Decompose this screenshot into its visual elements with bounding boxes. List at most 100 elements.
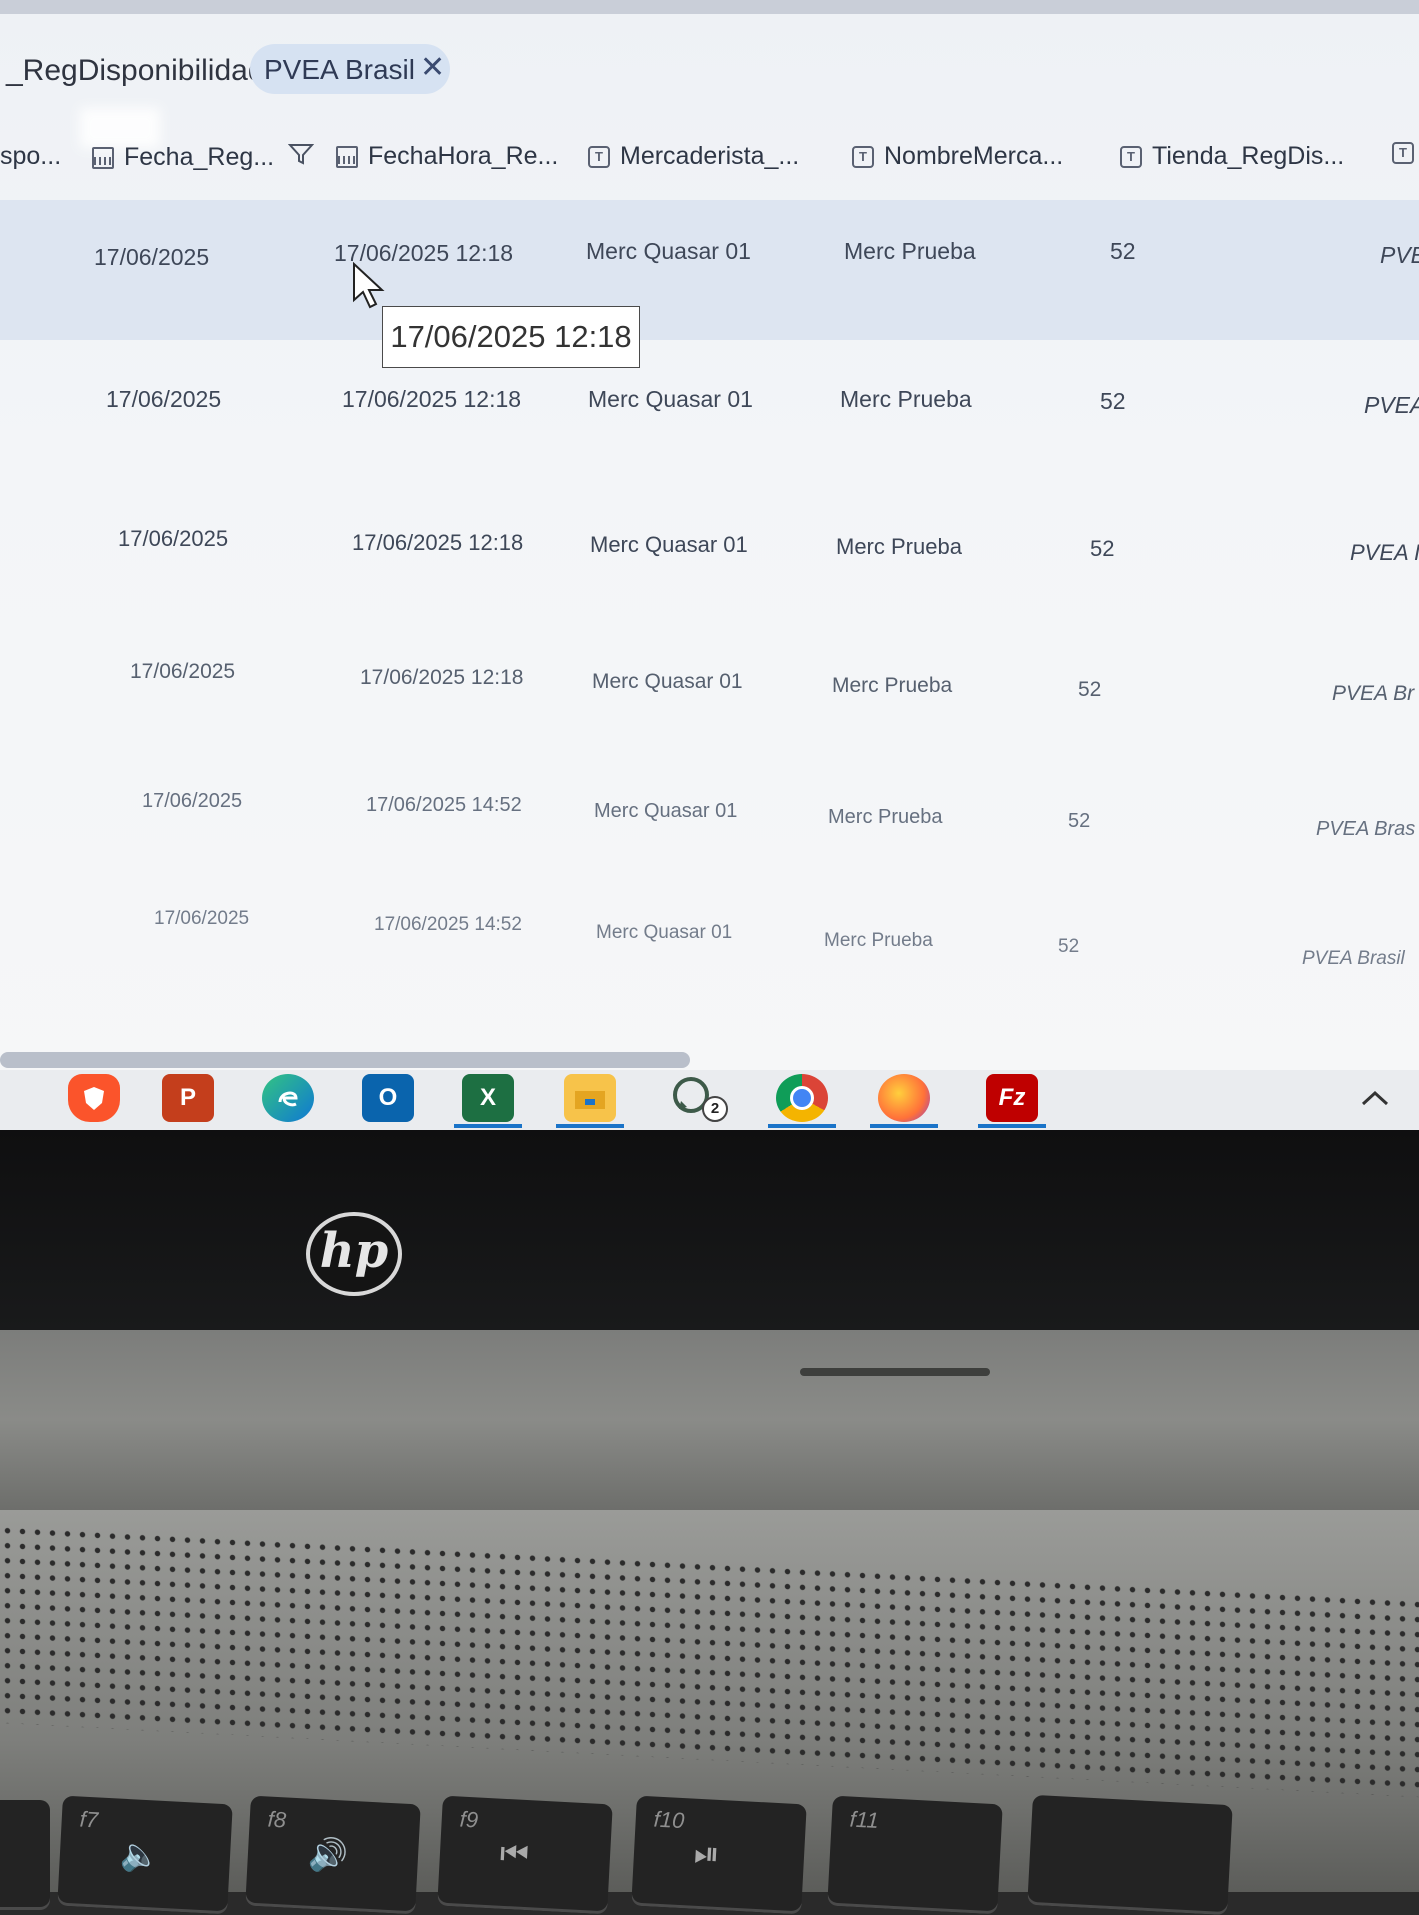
chevron-up-icon[interactable] — [1360, 1078, 1390, 1117]
cell-nombre: Merc Prueba — [832, 674, 953, 697]
cell-store-name: PVEA Bras — [1316, 818, 1416, 840]
key-f8[interactable]: f8 🔊 — [245, 1795, 421, 1915]
filter-label: _RegDisponibilidad: — [6, 54, 273, 87]
cell-fechahora: 17/06/2025 14:52 — [366, 794, 522, 816]
cell-nombre: Merc Prueba — [840, 386, 972, 412]
key-f10[interactable]: f10 ⏯ — [631, 1795, 807, 1915]
whatsapp-icon[interactable]: 2 — [668, 1074, 728, 1122]
mouse-pointer-icon — [352, 261, 386, 315]
column-header-label: FechaHora_Re... — [368, 142, 559, 170]
cell-tienda: 52 — [1068, 810, 1091, 832]
cell-nombre: Merc Prueba — [844, 238, 976, 264]
cell-fecha: 17/06/2025 — [118, 526, 229, 551]
key[interactable] — [1027, 1794, 1233, 1915]
cell-mercaderista: Merc Quasar 01 — [594, 800, 738, 822]
filter-bar: _RegDisponibilidad: PVEA Brasil ✕ — [0, 40, 1419, 100]
cell-store-name: PVEA — [1364, 392, 1419, 418]
file-explorer-icon[interactable] — [556, 1074, 624, 1128]
cell-fecha: 17/06/2025 — [154, 908, 250, 929]
close-icon[interactable]: ✕ — [420, 50, 445, 85]
cell-tienda: 52 — [1100, 388, 1126, 414]
column-header-label: Fecha_Reg... — [124, 143, 275, 171]
outlook-icon[interactable]: O — [362, 1074, 414, 1122]
screen: _RegDisponibilidad: PVEA Brasil ✕ spo...… — [0, 0, 1419, 1130]
top-strip — [0, 0, 1419, 14]
cell-mercaderista: Merc Quasar 01 — [588, 386, 753, 412]
text-type-icon: T — [1392, 142, 1414, 164]
active-indicator — [556, 1124, 624, 1128]
cell-fecha: 17/06/2025 — [106, 386, 222, 412]
text-type-icon: T — [588, 145, 610, 168]
key[interactable] — [0, 1800, 50, 1910]
key-f9[interactable]: f9 ⏮ — [437, 1795, 613, 1915]
column-header-disponibilidad[interactable]: spo... — [0, 142, 61, 171]
notification-badge: 2 — [702, 1096, 728, 1122]
key-f11[interactable]: f11 — [827, 1795, 1003, 1915]
filter-chip[interactable]: PVEA Brasil ✕ — [250, 44, 450, 94]
table-row[interactable]: 17/06/2025 17/06/2025 12:18 Merc Quasar … — [0, 636, 1419, 776]
cell-store-name: PVEA Brasil — [1302, 948, 1405, 969]
cell-nombre: Merc Prueba — [824, 930, 933, 951]
excel-icon[interactable]: X — [454, 1074, 522, 1128]
column-header-label: NombreMerca... — [884, 142, 1064, 170]
cell-nombre: Merc Prueba — [828, 806, 943, 828]
volume-up-icon: 🔊 — [307, 1835, 349, 1874]
edge-icon[interactable] — [262, 1074, 314, 1122]
laptop-hinge — [0, 1330, 1419, 1510]
active-indicator — [768, 1124, 836, 1128]
cell-mercaderista: Merc Quasar 01 — [596, 922, 733, 943]
key-label: f11 — [849, 1806, 880, 1834]
table-row[interactable]: 17/06/2025 17/06/2025 14:52 Merc Quasar … — [0, 900, 1419, 1040]
cell-tooltip: 17/06/2025 12:18 — [382, 306, 640, 368]
table-row[interactable]: 17/06/2025 17/06/2025 12:18 Merc Quasar … — [0, 496, 1419, 636]
cell-store-name: PVEA Br — [1332, 682, 1415, 705]
active-indicator — [870, 1124, 938, 1128]
cell-mercaderista: Merc Quasar 01 — [592, 670, 743, 693]
column-header-next[interactable]: T — [1392, 142, 1419, 164]
key-label: f7 — [79, 1806, 99, 1833]
cell-fecha: 17/06/2025 — [142, 790, 243, 812]
previous-track-icon: ⏮ — [499, 1834, 530, 1873]
cell-store-name: PVEA I — [1350, 540, 1419, 565]
table-row[interactable]: 17/06/2025 17/06/2025 12:18 Merc Quasar … — [0, 200, 1419, 340]
cell-fechahora: 17/06/2025 12:18 — [360, 666, 524, 689]
column-header-tienda[interactable]: T Tienda_RegDis... — [1120, 142, 1344, 171]
chrome-icon[interactable] — [768, 1074, 836, 1128]
cell-tienda: 52 — [1078, 678, 1102, 701]
active-indicator — [978, 1124, 1046, 1128]
cell-tienda: 52 — [1058, 936, 1080, 957]
key-label: f10 — [653, 1806, 685, 1834]
column-header-label: Mercaderista_... — [620, 142, 800, 170]
taskbar: P O X 2 Fz — [0, 1070, 1419, 1130]
firefox-icon[interactable] — [870, 1074, 938, 1128]
filezilla-icon[interactable]: Fz — [978, 1074, 1046, 1128]
calendar-icon — [92, 146, 114, 169]
cell-fecha: 17/06/2025 — [94, 244, 210, 270]
key-label: f9 — [459, 1806, 479, 1833]
calendar-icon — [336, 145, 358, 168]
table-row[interactable]: 17/06/2025 17/06/2025 14:52 Merc Quasar … — [0, 776, 1419, 916]
brave-icon[interactable] — [68, 1074, 120, 1122]
cell-fechahora: 17/06/2025 12:18 — [342, 386, 522, 412]
powerpoint-icon[interactable]: P — [162, 1074, 214, 1122]
cell-mercaderista: Merc Quasar 01 — [590, 532, 748, 557]
column-header-fechahora-reg[interactable]: FechaHora_Re... — [336, 142, 558, 171]
column-header-label: spo... — [0, 142, 62, 170]
text-type-icon: T — [1120, 145, 1142, 168]
column-header-row: spo... Fecha_Reg... FechaHora_Re... T Me… — [0, 130, 1419, 190]
cell-nombre: Merc Prueba — [836, 534, 962, 559]
column-header-mercaderista[interactable]: T Mercaderista_... — [588, 142, 799, 171]
horizontal-scrollbar[interactable] — [0, 1052, 690, 1068]
volume-down-icon: 🔈 — [119, 1835, 161, 1874]
play-pause-icon: ⏯ — [693, 1834, 721, 1873]
funnel-icon[interactable] — [287, 142, 315, 173]
hinge-slot — [800, 1368, 990, 1376]
column-header-nombremerca[interactable]: T NombreMerca... — [852, 142, 1063, 171]
cell-fechahora: 17/06/2025 14:52 — [374, 914, 522, 935]
key-label: f8 — [267, 1806, 287, 1833]
key-f7[interactable]: f7 🔈 — [57, 1795, 233, 1915]
table-row[interactable]: 17/06/2025 17/06/2025 12:18 Merc Quasar … — [0, 356, 1419, 496]
column-header-fecha-reg[interactable]: Fecha_Reg... — [92, 142, 315, 173]
screen-bezel — [0, 1130, 1419, 1330]
column-header-label: Tienda_RegDis... — [1152, 142, 1345, 170]
